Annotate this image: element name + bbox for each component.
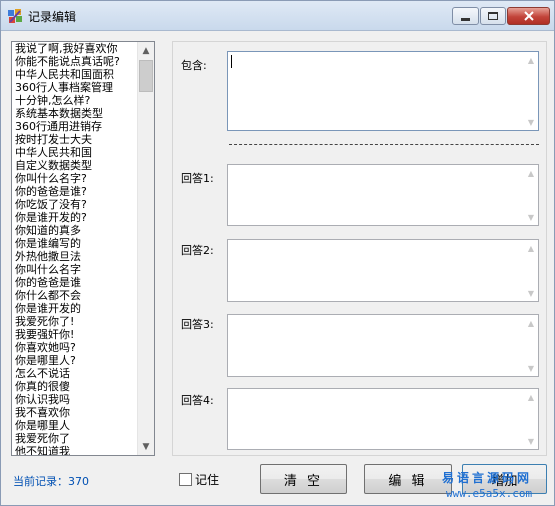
contains-field-scrollbar[interactable]: ▲ ▼ (524, 52, 538, 130)
record-listbox[interactable]: 我说了啊,我好喜欢你 你能不能说点真话呢? 中华人民共和国面积 360行人事档案管理十… (11, 41, 155, 456)
list-item[interactable]: 你能不能说点真话呢? (15, 55, 137, 68)
list-item[interactable]: 你认识我吗 (15, 393, 137, 406)
list-item[interactable]: 我爱死你了! (15, 315, 137, 328)
list-item[interactable]: 你是哪里人 (15, 419, 137, 432)
scroll-down-arrow-icon[interactable]: ▼ (138, 438, 154, 455)
scroll-up-arrow-icon[interactable]: ▲ (525, 242, 537, 254)
app-icon (8, 9, 22, 23)
record-edit-window: 记录编辑 我说了啊,我好喜欢你 你能不能说点真话呢? 中华人民共和国面积 360行人事… (0, 0, 555, 506)
scroll-down-arrow-icon[interactable]: ▼ (525, 362, 537, 374)
list-item[interactable]: 你叫什么名字? (15, 172, 137, 185)
scroll-up-arrow-icon[interactable]: ▲ (525, 54, 537, 66)
answer2-field[interactable]: ▲ ▼ (227, 239, 539, 302)
text-caret (231, 55, 232, 68)
minimize-button[interactable] (452, 7, 479, 25)
list-item[interactable]: 你的爸爸是谁? (15, 185, 137, 198)
list-item[interactable]: 怎么不说话 (15, 367, 137, 380)
list-item[interactable]: 他不知道我 (15, 445, 137, 455)
scroll-down-arrow-icon[interactable]: ▼ (525, 287, 537, 299)
scroll-up-arrow-icon[interactable]: ▲ (525, 317, 537, 329)
close-button[interactable] (507, 7, 550, 25)
answer1-label: 回答1: (181, 172, 214, 185)
list-item[interactable]: 你喜欢她吗? (15, 341, 137, 354)
scroll-down-arrow-icon[interactable]: ▼ (525, 211, 537, 223)
list-item[interactable]: 你是哪里人? (15, 354, 137, 367)
close-icon (523, 11, 534, 21)
list-item[interactable]: 外热他撒旦法 (15, 250, 137, 263)
scroll-down-arrow-icon[interactable]: ▼ (525, 116, 537, 128)
answer2-field-scrollbar[interactable]: ▲ ▼ (524, 240, 538, 301)
list-item[interactable]: 系统基本数据类型 (15, 107, 137, 120)
list-item[interactable]: 中华人民共和国 (15, 146, 137, 159)
maximize-icon (488, 12, 498, 20)
list-item[interactable]: 你什么都不会 (15, 289, 137, 302)
list-item[interactable]: 按时打发士大夫 (15, 133, 137, 146)
list-item[interactable]: 你知道的真多 (15, 224, 137, 237)
answer2-label: 回答2: (181, 244, 214, 257)
list-item[interactable]: 我不喜欢你 (15, 406, 137, 419)
contains-field[interactable]: ▲ ▼ (227, 51, 539, 131)
scroll-thumb[interactable] (139, 60, 153, 92)
contains-label: 包含: (181, 59, 207, 72)
list-scrollbar[interactable]: ▲ ▼ (137, 42, 154, 455)
section-divider (229, 144, 539, 145)
record-count-label: 当前记录：370 (13, 475, 89, 488)
list-item[interactable]: 中华人民共和国面积 (15, 68, 137, 81)
scroll-up-arrow-icon[interactable]: ▲ (525, 167, 537, 179)
edit-button[interactable]: 编 辑 (364, 464, 452, 494)
list-item[interactable]: 我说了啊,我好喜欢你 (15, 42, 137, 55)
list-item[interactable]: 我要强奸你! (15, 328, 137, 341)
list-item[interactable]: 我爱死你了 (15, 432, 137, 445)
scroll-up-arrow-icon[interactable]: ▲ (138, 42, 154, 59)
answer1-field[interactable]: ▲ ▼ (227, 164, 539, 226)
answer3-field[interactable]: ▲ ▼ (227, 314, 539, 377)
list-item[interactable]: 你的爸爸是谁 (15, 276, 137, 289)
answer3-field-scrollbar[interactable]: ▲ ▼ (524, 315, 538, 376)
list-item[interactable]: 你是谁开发的 (15, 302, 137, 315)
add-button[interactable]: 增加 (462, 464, 547, 494)
answer1-field-scrollbar[interactable]: ▲ ▼ (524, 165, 538, 225)
list-item[interactable]: 你真的很傻 (15, 380, 137, 393)
answer3-label: 回答3: (181, 318, 214, 331)
list-item[interactable]: 你是谁开发的? (15, 211, 137, 224)
answer4-label: 回答4: (181, 394, 214, 407)
answer4-field-scrollbar[interactable]: ▲ ▼ (524, 389, 538, 449)
list-item[interactable]: 你是谁编写的 (15, 237, 137, 250)
scroll-down-arrow-icon[interactable]: ▼ (525, 435, 537, 447)
list-item[interactable]: 十分钟,怎么样? (15, 94, 137, 107)
clear-button[interactable]: 清 空 (260, 464, 347, 494)
title-bar[interactable]: 记录编辑 (1, 1, 554, 31)
answer4-field[interactable]: ▲ ▼ (227, 388, 539, 450)
remember-label: 记住 (195, 473, 220, 487)
scroll-up-arrow-icon[interactable]: ▲ (525, 391, 537, 403)
minimize-icon (461, 18, 470, 21)
list-item[interactable]: 你吃饭了没有? (15, 198, 137, 211)
window-title: 记录编辑 (28, 10, 77, 24)
checkbox-box[interactable] (179, 473, 192, 486)
list-item[interactable]: 你叫什么名字 (15, 263, 137, 276)
record-list: 我说了啊,我好喜欢你 你能不能说点真话呢? 中华人民共和国面积 360行人事档案管理十… (15, 42, 137, 455)
list-item[interactable]: 自定义数据类型 (15, 159, 137, 172)
list-item[interactable]: 360行人事档案管理 (15, 81, 137, 94)
remember-checkbox[interactable]: 记住 (179, 471, 219, 488)
maximize-button[interactable] (480, 7, 506, 25)
list-item[interactable]: 360行通用进销存 (15, 120, 137, 133)
